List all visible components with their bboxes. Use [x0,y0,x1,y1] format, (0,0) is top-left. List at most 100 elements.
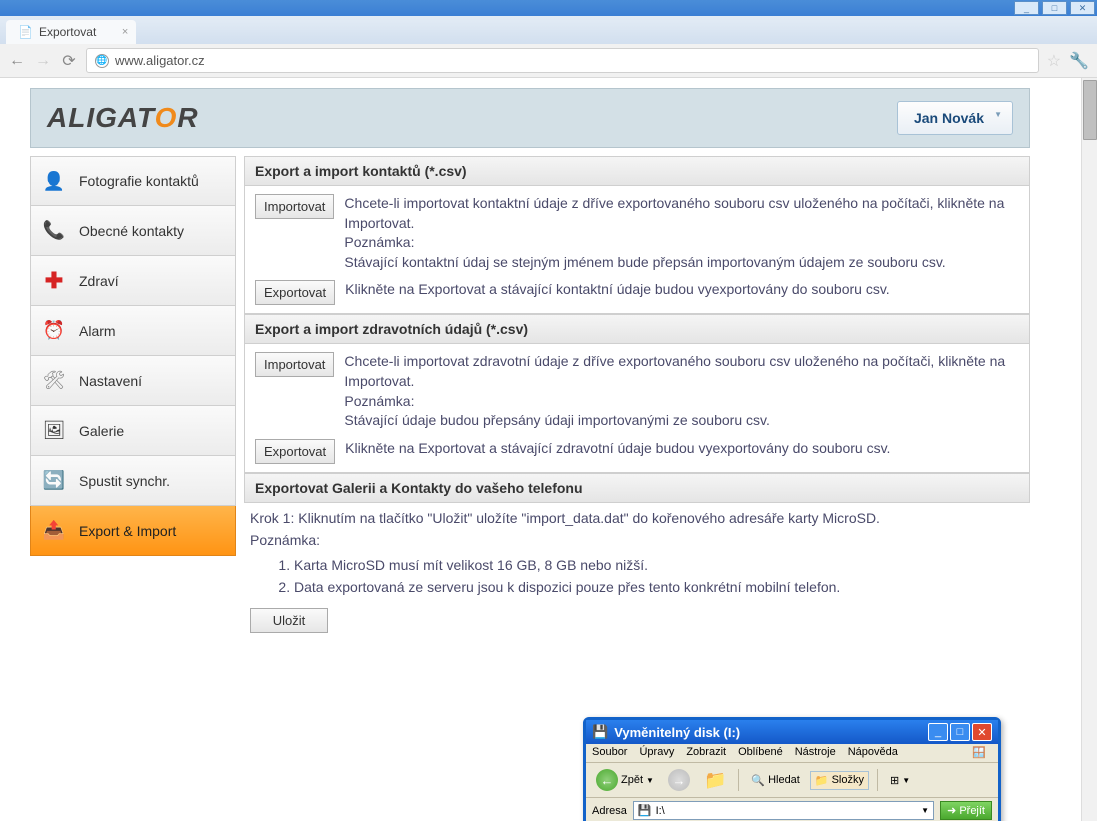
picture-icon: 🖼 [41,418,67,444]
page-content: ALIGATOR Jan Novák 👤 Fotografie kontaktů… [0,78,1060,647]
browser-tab[interactable]: 📄 Exportovat × [6,20,136,44]
explorer-up-button[interactable]: 📁 [700,768,730,793]
import-health-desc: Chcete-li importovat zdravotní údaje z d… [344,352,1019,430]
section-body-health: Importovat Chcete-li importovat zdravotn… [244,344,1030,472]
explorer-address-input[interactable]: 💾 I:\ ▼ [633,801,934,820]
toolbar-separator [877,769,878,791]
sidebar: 👤 Fotografie kontaktů 📞 Obecné kontakty … [30,156,236,637]
settings-wrench-icon[interactable]: 🔧 [1069,51,1089,71]
explorer-folders-button[interactable]: 📁 Složky [810,771,869,790]
vertical-scrollbar[interactable] [1081,78,1097,821]
views-icon: ⊞ [890,774,899,787]
export-contacts-button[interactable]: Exportovat [255,280,335,305]
tab-title: Exportovat [39,25,96,39]
window-close-button[interactable]: ✕ [1070,1,1095,15]
user-menu-button[interactable]: Jan Novák [897,101,1013,135]
export-health-button[interactable]: Exportovat [255,439,335,464]
chrome-window: _ □ ✕ 📄 Exportovat × ← → ⟳ 🌐 www.aligato… [0,0,1097,821]
explorer-maximize-button[interactable]: □ [950,723,970,741]
sidebar-label: Galerie [79,423,124,439]
toolbar-separator [738,769,739,791]
explorer-search-button[interactable]: 🔍 Hledat [747,772,804,789]
sidebar-item-sync[interactable]: 🔄 Spustit synchr. [30,456,236,506]
bookmark-icon[interactable]: ☆ [1047,51,1061,71]
sidebar-label: Spustit synchr. [79,473,170,489]
folders-label: Složky [832,774,864,786]
address-value: I:\ [656,805,665,817]
sidebar-item-alarm[interactable]: ⏰ Alarm [30,306,236,356]
menu-help[interactable]: Nápověda [848,746,898,760]
sidebar-label: Zdraví [79,273,119,289]
scroll-thumb[interactable] [1083,80,1097,140]
sidebar-label: Nastavení [79,373,142,389]
page-icon: 📄 [18,25,33,39]
menu-favorites[interactable]: Oblíbené [738,746,783,760]
explorer-minimize-button[interactable]: _ [928,723,948,741]
forward-button[interactable]: → [34,52,52,70]
sidebar-item-settings[interactable]: 🛠 Nastavení [30,356,236,406]
logo-text-1: ALIGAT [47,102,155,133]
page-header: ALIGATOR Jan Novák [30,88,1030,148]
explorer-go-button[interactable]: ➜ Přejít [940,801,992,820]
back-button[interactable]: ← [8,52,26,70]
window-maximize-button[interactable]: □ [1042,1,1067,15]
sidebar-item-contacts[interactable]: 📞 Obecné kontakty [30,206,236,256]
explorer-close-button[interactable]: ✕ [972,723,992,741]
explorer-back-button[interactable]: ← Zpět ▼ [592,767,658,793]
explorer-toolbar: ← Zpět ▼ → 📁 🔍 Hledat 📁 Složky [586,763,998,798]
step1-text: Krok 1: Kliknutím na tlačítko "Uložit" u… [250,507,1024,529]
chevron-down-icon: ▼ [902,776,910,785]
logo: ALIGATOR [47,102,199,134]
phone-icon: 📞 [41,218,67,244]
go-arrow-icon: ➜ [947,804,956,817]
windows-flag-icon: 🪟 [972,746,992,760]
window-titlebar: _ □ ✕ [0,0,1097,16]
logo-text-2: R [177,102,198,133]
note-item-2: Data exportovaná ze serveru jsou k dispo… [294,576,1024,598]
window-minimize-button[interactable]: _ [1014,1,1039,15]
menu-tools[interactable]: Nástroje [795,746,836,760]
explorer-views-button[interactable]: ⊞ ▼ [886,772,914,789]
browser-toolbar: ← → ⟳ 🌐 www.aligator.cz ☆ 🔧 [0,44,1097,78]
explorer-forward-button[interactable]: → [664,767,694,793]
export-contacts-desc: Klikněte na Exportovat a stávající konta… [345,280,1019,300]
forward-arrow-icon: → [668,769,690,791]
note-item-1: Karta MicroSD musí mít velikost 16 GB, 8… [294,554,1024,576]
explorer-title: Vyměnitelný disk (I:) [614,725,740,740]
search-label: Hledat [768,774,800,786]
reload-button[interactable]: ⟳ [60,52,78,70]
sidebar-label: Export & Import [79,523,176,539]
import-contacts-desc: Chcete-li importovat kontaktní údaje z d… [344,194,1019,272]
note-label: Poznámka: [250,529,1024,551]
main-panel: Export a import kontaktů (*.csv) Importo… [244,156,1030,637]
sidebar-label: Alarm [79,323,116,339]
sidebar-label: Fotografie kontaktů [79,173,199,189]
import-contacts-button[interactable]: Importovat [255,194,334,219]
drive-icon: 💾 [638,804,652,817]
health-cross-icon: ✚ [41,268,67,294]
explorer-titlebar[interactable]: 💾 Vyměnitelný disk (I:) _ □ ✕ [586,720,998,744]
clock-icon: ⏰ [41,318,67,344]
go-label: Přejít [959,805,985,817]
close-tab-icon[interactable]: × [122,26,128,38]
drive-icon: 💾 [592,724,608,740]
sidebar-item-photos[interactable]: 👤 Fotografie kontaktů [30,156,236,206]
menu-view[interactable]: Zobrazit [686,746,726,760]
menu-file[interactable]: Soubor [592,746,627,760]
sidebar-item-health[interactable]: ✚ Zdraví [30,256,236,306]
tools-icon: 🛠 [41,368,67,394]
globe-icon: 🌐 [95,54,109,68]
sidebar-item-gallery[interactable]: 🖼 Galerie [30,406,236,456]
import-health-button[interactable]: Importovat [255,352,334,377]
main-layout: 👤 Fotografie kontaktů 📞 Obecné kontakty … [30,156,1030,637]
sync-icon: 🔄 [41,468,67,494]
explorer-window: 💾 Vyměnitelný disk (I:) _ □ ✕ Soubor Úpr… [583,717,1001,821]
sidebar-item-export-import[interactable]: 📤 Export & Import [30,506,236,556]
save-button[interactable]: Uložit [250,608,328,633]
export-health-desc: Klikněte na Exportovat a stávající zdrav… [345,439,1019,459]
chevron-down-icon[interactable]: ▼ [921,806,929,815]
url-text: www.aligator.cz [115,53,205,68]
menu-edit[interactable]: Úpravy [639,746,674,760]
address-bar[interactable]: 🌐 www.aligator.cz [86,48,1039,73]
page-viewport: ALIGATOR Jan Novák 👤 Fotografie kontaktů… [0,78,1097,821]
